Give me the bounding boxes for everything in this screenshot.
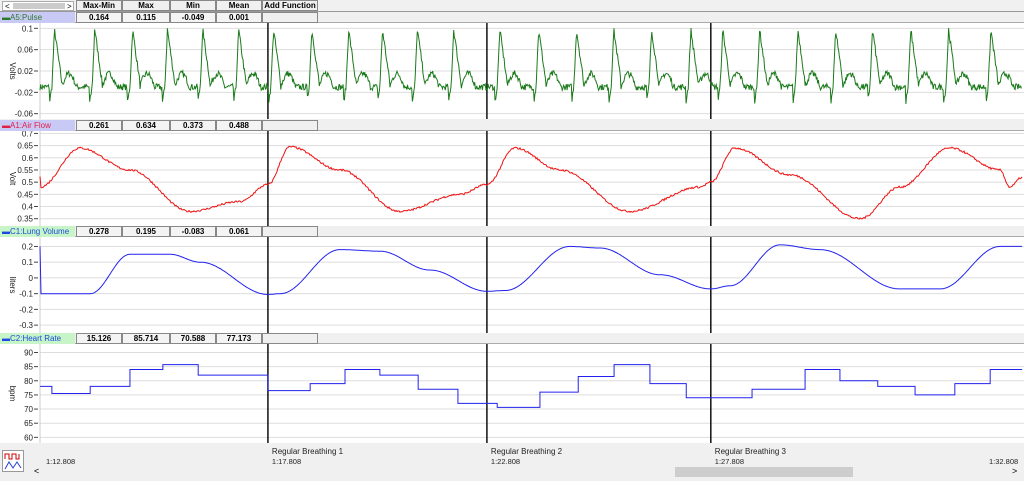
channel-label[interactable]: ▬A1:Air Flow <box>0 120 75 131</box>
channel-header: ▬A1:Air Flow 0.261 0.634 0.373 0.488 <box>0 120 1024 131</box>
empty-measurement[interactable] <box>262 12 318 23</box>
tick-label: 0.6 <box>22 154 34 163</box>
tick-label: 70 <box>24 405 33 414</box>
tick-label: 0.1 <box>22 24 34 33</box>
tick-label: 0.02 <box>17 67 33 76</box>
horizontal-scrollbar[interactable]: < > <box>30 466 1024 478</box>
time-end-label: 1:32.808 <box>989 457 1019 466</box>
toolbar: < > Max-Min Max Min Mean Add Function <box>0 0 1024 12</box>
measurement-value: 85.714 <box>122 333 170 344</box>
empty-measurement[interactable] <box>262 333 318 344</box>
channel-label[interactable]: ▬C2:Heart Rate <box>0 333 75 344</box>
channel-plot[interactable]: 90 85 80 75 70 65 60 bpm <box>0 344 1024 443</box>
event-marker-label[interactable]: Regular Breathing 1 <box>272 447 343 456</box>
tick-label: -0.3 <box>19 321 33 330</box>
measurement-value: 70.588 <box>170 333 216 344</box>
column-max-min[interactable]: Max-Min <box>76 0 122 11</box>
time-axis: 1:12.808 1:32.808 Regular Breathing 1 1:1… <box>0 443 1024 481</box>
scrollbar-thumb[interactable] <box>675 467 853 477</box>
tick-label: -0.1 <box>19 290 33 299</box>
measurement-value: 0.001 <box>216 12 262 23</box>
signal-trace <box>39 145 1023 220</box>
channel-header: ▬A5:Pulse 0.164 0.115 -0.049 0.001 <box>0 12 1024 23</box>
tick-label: 0.5 <box>22 178 34 187</box>
tick-label: 75 <box>24 391 33 400</box>
signal-trace <box>40 364 1023 408</box>
empty-measurement[interactable] <box>262 226 318 237</box>
tick-label: 80 <box>24 377 33 386</box>
channel-plot[interactable]: 0.1 0.06 0.02 -0.02 -0.06 Volts <box>0 23 1024 119</box>
empty-measurement[interactable] <box>262 120 318 131</box>
display-mode-icon[interactable] <box>2 450 24 472</box>
scroll-thumb[interactable] <box>13 3 65 9</box>
scroll-right-button[interactable]: > <box>1012 466 1017 476</box>
measurement-value: 0.061 <box>216 226 262 237</box>
measurement-value: -0.049 <box>170 12 216 23</box>
marker-time-label: 1:17.808 <box>271 457 302 466</box>
measurement-value: 77.173 <box>216 333 262 344</box>
column-min[interactable]: Min <box>170 0 216 11</box>
tick-label: 0.35 <box>17 215 33 224</box>
measurement-value: 0.261 <box>76 120 122 131</box>
measurement-value: 0.373 <box>170 120 216 131</box>
tick-label: 90 <box>24 348 33 357</box>
tick-label: 0 <box>29 274 34 283</box>
unit-label: Volt <box>8 172 17 186</box>
signal-trace <box>39 244 1022 295</box>
channel-plot[interactable]: 0.2 0.1 0 -0.1 -0.2 -0.3 liters <box>0 237 1024 333</box>
plot-svg[interactable]: 0.1 0.06 0.02 -0.02 -0.06 Volts <box>0 23 1024 119</box>
marker-time-label: 1:22.808 <box>490 457 521 466</box>
column-mean[interactable]: Mean <box>216 0 262 11</box>
measurement-value: -0.083 <box>170 226 216 237</box>
measurement-value: 0.634 <box>122 120 170 131</box>
tick-label: -0.02 <box>15 88 34 97</box>
tick-label: 0.65 <box>17 142 33 151</box>
measurement-value: 0.164 <box>76 12 122 23</box>
tick-label: 0.2 <box>22 242 34 251</box>
scroll-right-arrow[interactable]: > <box>67 2 72 11</box>
tick-label: 0.1 <box>22 258 34 267</box>
tick-label: 0.45 <box>17 190 33 199</box>
channel-scroll[interactable]: < > <box>2 1 74 11</box>
add-function-button[interactable]: Add Function <box>262 0 318 11</box>
measurement-value: 0.195 <box>122 226 170 237</box>
tick-label: -0.06 <box>15 110 34 119</box>
plot-svg[interactable]: 0.2 0.1 0 -0.1 -0.2 -0.3 liters <box>0 237 1024 333</box>
scroll-left-arrow[interactable]: < <box>5 2 10 11</box>
channel-label[interactable]: ▬A5:Pulse <box>0 12 75 23</box>
unit-label: Volts <box>8 62 17 79</box>
tick-label: 0.4 <box>22 203 34 212</box>
scroll-left-button[interactable]: < <box>34 466 39 476</box>
unit-label: liters <box>8 277 17 294</box>
measurement-value: 15.126 <box>76 333 122 344</box>
measurement-value: 0.278 <box>76 226 122 237</box>
marker-time-label: 1:27.808 <box>714 457 744 466</box>
measurement-value: 0.115 <box>122 12 170 23</box>
channel-plot[interactable]: 0.7 0.65 0.6 0.55 0.5 0.45 0.4 0.35 Volt <box>0 129 1024 226</box>
tick-label: 0.55 <box>17 166 33 175</box>
tick-label: -0.2 <box>19 305 33 314</box>
channel-header: ▬C2:Heart Rate 15.126 85.714 70.588 77.173 <box>0 333 1024 344</box>
unit-label: bpm <box>8 386 17 402</box>
tick-label: 0.7 <box>22 131 34 138</box>
channel-label[interactable]: ▬C1:Lung Volume <box>0 226 75 237</box>
measurement-value: 0.488 <box>216 120 262 131</box>
column-max[interactable]: Max <box>122 0 170 11</box>
plot-svg[interactable]: 0.7 0.65 0.6 0.55 0.5 0.45 0.4 0.35 Volt <box>0 129 1024 226</box>
tick-label: 65 <box>24 419 33 428</box>
event-marker-label[interactable]: Regular Breathing 2 <box>491 447 562 456</box>
plot-svg[interactable]: 90 85 80 75 70 65 60 bpm <box>0 344 1024 443</box>
tick-label: 85 <box>24 363 33 372</box>
tick-label: 0.06 <box>17 46 33 55</box>
event-marker-label[interactable]: Regular Breathing 3 <box>715 447 786 456</box>
tick-label: 60 <box>24 433 33 442</box>
time-start-label: 1:12.808 <box>46 457 76 466</box>
channel-header: ▬C1:Lung Volume 0.278 0.195 -0.083 0.061 <box>0 226 1024 237</box>
